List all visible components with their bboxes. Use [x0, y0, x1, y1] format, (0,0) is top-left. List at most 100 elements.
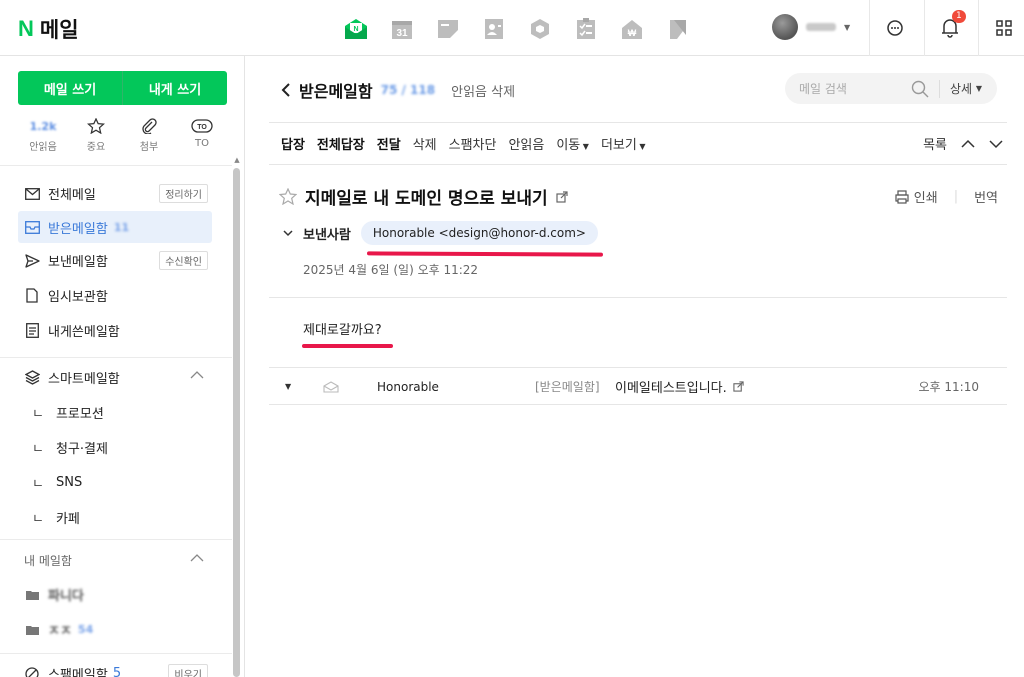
compose-button[interactable]: 메일 쓰기 [18, 71, 122, 105]
mybox-app-icon[interactable] [525, 15, 555, 43]
message-actions: 인쇄 | 번역 [895, 187, 998, 206]
grid-icon [995, 20, 1012, 36]
mail-app-icon[interactable]: N [341, 15, 371, 43]
sub-marker: ㄴ [32, 477, 44, 492]
forward-button[interactable]: 전달 [371, 134, 407, 153]
thread-sender: Honorable [377, 379, 439, 394]
divider [269, 297, 1007, 298]
note-icon [24, 323, 40, 339]
notification-button[interactable]: 1 [924, 0, 974, 56]
smart-mailbox: 스마트메일함 ㄴ 프로모션 ㄴ 청구·결제 ㄴ SNS ㄴ 카페 [0, 360, 232, 535]
top-bar: N 메일 N 31 ₩ ▼ 1 [0, 0, 1024, 56]
svg-text:₩: ₩ [628, 28, 637, 38]
smart-mailbox-label: 스마트메일함 [48, 372, 120, 387]
household-app-icon[interactable]: ₩ [617, 15, 647, 43]
my-folder-item[interactable]: ㅈㅈ 54 [0, 612, 232, 647]
sender-row: 보낸사람 Honorable <design@honor-d.com> [283, 221, 598, 245]
more-button[interactable]: 더보기 ▼ [595, 134, 652, 153]
list-button[interactable]: 목록 [923, 134, 947, 153]
open-new-window-icon[interactable] [556, 190, 568, 203]
scroll-up-arrow[interactable]: ▲ [233, 156, 241, 164]
calendar-app-icon[interactable]: 31 [387, 15, 417, 43]
delete-unread-button[interactable]: 안읽음 삭제 [451, 81, 515, 100]
self-compose-button[interactable]: 내게 쓰기 [122, 71, 227, 105]
svg-text:31: 31 [396, 28, 408, 39]
folder-inbox[interactable]: 받은메일함 11 [18, 211, 212, 243]
quick-to-me[interactable]: TO TO [177, 118, 227, 153]
sidebar-scrollbar[interactable] [233, 168, 240, 677]
thread-row[interactable]: ▼ Honorable [받은메일함] 이메일테스트입니다. 오후 11:10 [269, 368, 1007, 405]
organize-button[interactable]: 정리하기 [159, 184, 208, 203]
mark-unread-button[interactable]: 안읽음 [502, 134, 550, 153]
smart-mailbox-header[interactable]: 스마트메일함 [0, 360, 232, 395]
quick-attachment[interactable]: 첨부 [124, 118, 174, 153]
folder-drafts[interactable]: 임시보관함 [0, 278, 232, 313]
bookmark-app-icon[interactable] [663, 15, 693, 43]
translate-button[interactable]: 번역 [974, 187, 998, 206]
folder-all-mail[interactable]: 전체메일 정리하기 [0, 176, 232, 211]
chevron-down-icon[interactable] [283, 229, 293, 237]
search-input[interactable] [799, 81, 911, 96]
previous-mail-icon[interactable] [961, 139, 975, 149]
search-icon[interactable] [911, 80, 929, 98]
spam-folder-row: 스팸메일함 5 비우기 [0, 656, 232, 677]
inbox-unread-count: 11 [113, 220, 130, 234]
smart-item-promotion[interactable]: ㄴ 프로모션 [0, 395, 232, 430]
talk-button[interactable] [869, 0, 919, 56]
back-arrow-icon[interactable] [281, 82, 291, 98]
smart-item-sns[interactable]: ㄴ SNS [0, 465, 232, 500]
apps-grid-button[interactable] [978, 0, 1024, 56]
folder-spam[interactable]: 스팸메일함 5 비우기 [0, 656, 232, 677]
open-new-window-icon[interactable] [733, 381, 744, 392]
next-mail-icon[interactable] [989, 139, 1003, 149]
empty-spam-button[interactable]: 비우기 [168, 664, 208, 677]
spam-block-button[interactable]: 스팸차단 [443, 134, 503, 153]
divider [0, 357, 232, 358]
sub-marker: ㄴ [32, 407, 44, 422]
spam-count: 5 [112, 666, 122, 677]
document-icon [24, 288, 40, 304]
naver-mail-logo[interactable]: N 메일 [18, 14, 79, 44]
print-label: 인쇄 [913, 191, 938, 206]
memo-app-icon[interactable] [433, 15, 463, 43]
smart-item-label: 카페 [55, 512, 80, 527]
mail-search: 상세 ▼ [785, 73, 997, 104]
folder-icon [24, 622, 40, 638]
my-folders-header[interactable]: 내 메일함 [0, 543, 232, 577]
my-folder-item[interactable]: 파니다 [0, 577, 232, 612]
chevron-up-icon [190, 554, 204, 562]
move-button[interactable]: 이동 ▼ [550, 134, 595, 153]
thread-folder: [받은메일함] [535, 380, 600, 394]
mailbox-header: 받은메일함 75 / 118 안읽음 삭제 [281, 78, 515, 102]
sender-label: 보낸사람 [303, 227, 351, 243]
smart-item-cafe[interactable]: ㄴ 카페 [0, 500, 232, 535]
avatar [772, 14, 798, 40]
send-icon [24, 253, 40, 269]
delete-button[interactable]: 삭제 [407, 134, 443, 153]
print-button[interactable]: 인쇄 [895, 187, 938, 206]
folder-sent[interactable]: 보낸메일함 수신확인 [0, 243, 232, 278]
more-label: 더보기 [600, 138, 637, 153]
contacts-app-icon[interactable] [479, 15, 509, 43]
expand-arrow-icon[interactable]: ▼ [285, 382, 291, 391]
star-icon[interactable] [279, 188, 297, 205]
divider [0, 539, 232, 540]
quick-to-label: TO [195, 138, 209, 149]
sender-chip[interactable]: Honorable <design@honor-d.com> [360, 221, 598, 245]
read-receipt-button[interactable]: 수신확인 [159, 251, 208, 270]
search-detail-button[interactable]: 상세 ▼ [939, 79, 982, 98]
folder-to-me[interactable]: 내게쓴메일함 [0, 313, 232, 348]
quick-unread[interactable]: 1.2k 안읽음 [18, 118, 68, 154]
reply-button[interactable]: 답장 [269, 134, 311, 153]
caret-down-icon: ▼ [844, 22, 851, 32]
folder-list: 전체메일 정리하기 받은메일함 11 보낸메일함 수신확인 임시보관함 내게쓴메… [0, 176, 232, 348]
smart-item-billing[interactable]: ㄴ 청구·결제 [0, 430, 232, 465]
smart-item-label: SNS [55, 475, 83, 490]
profile-menu[interactable]: ▼ [772, 14, 850, 40]
todo-app-icon[interactable] [571, 15, 601, 43]
reply-all-button[interactable]: 전체답장 [311, 134, 371, 153]
quick-important[interactable]: 중요 [71, 118, 121, 153]
quick-filters: 1.2k 안읽음 중요 첨부 TO TO [18, 118, 227, 153]
quick-important-label: 중요 [86, 142, 106, 153]
notification-badge: 1 [952, 10, 966, 23]
